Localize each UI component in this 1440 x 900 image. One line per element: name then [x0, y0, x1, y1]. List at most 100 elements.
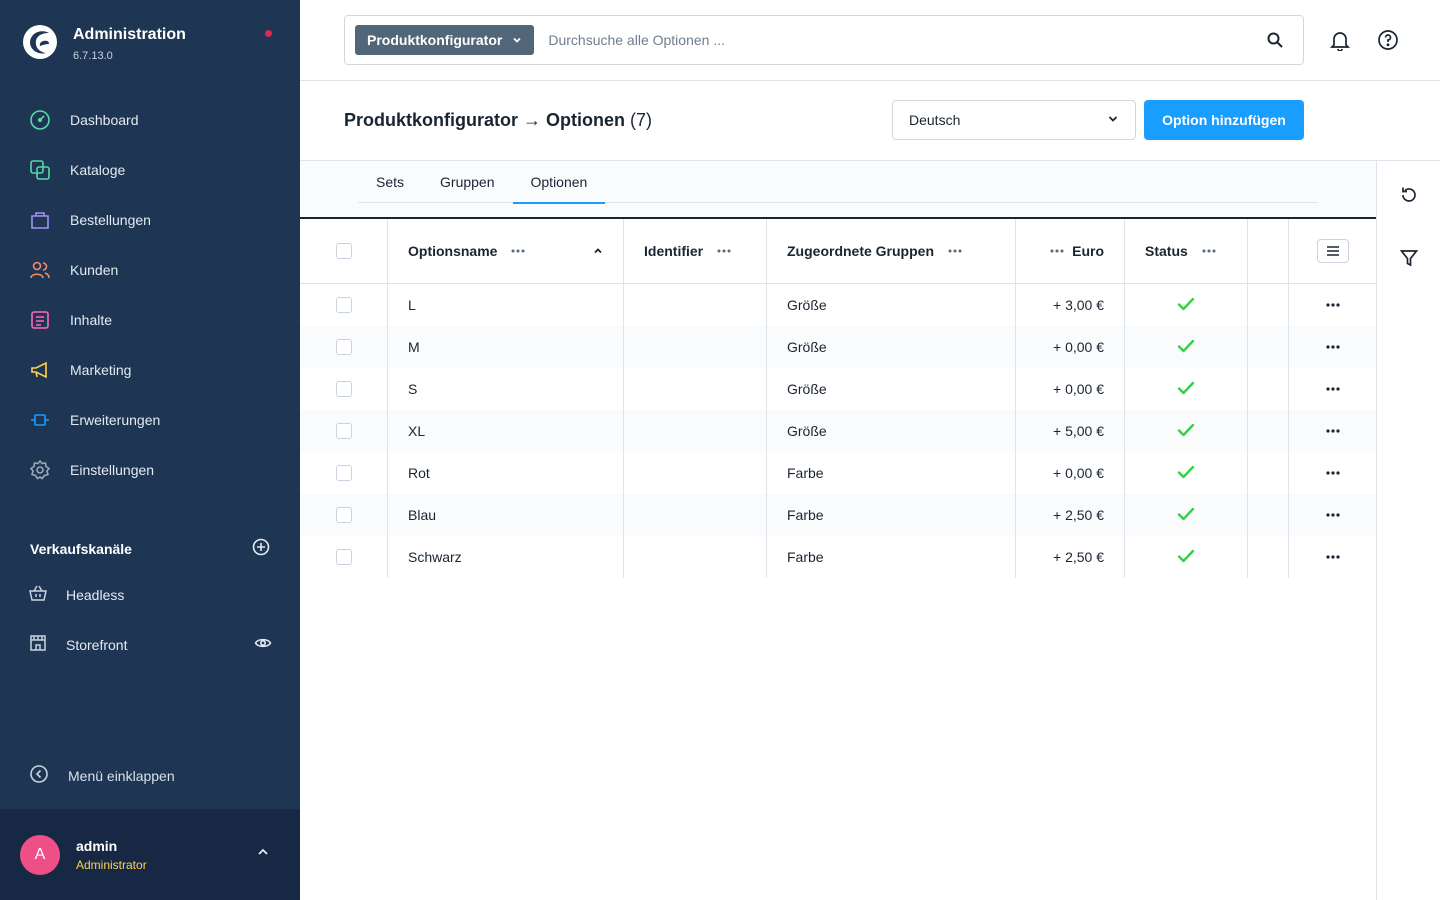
option-name[interactable]: S [408, 381, 417, 397]
column-header-price[interactable]: Euro [1016, 219, 1125, 283]
table-row[interactable]: L Größe + 3,00 € [300, 284, 1376, 326]
nav-label: Dashboard [70, 112, 139, 128]
row-checkbox[interactable] [335, 507, 352, 523]
nav-label: Bestellungen [70, 212, 151, 228]
tab-options[interactable]: Optionen [512, 161, 606, 204]
user-menu[interactable]: A admin Administrator [0, 809, 300, 900]
column-header-label: Zugeordnete Gruppen [787, 243, 934, 259]
checkmark-icon [1177, 507, 1195, 524]
column-header-label: Optionsname [408, 243, 498, 259]
language-select[interactable]: Deutsch [892, 100, 1136, 140]
sales-channel-label: Storefront [66, 637, 128, 653]
more-horizontal-icon[interactable] [948, 249, 962, 253]
row-actions-icon[interactable] [1325, 429, 1340, 433]
notification-dot [265, 30, 272, 37]
add-option-button[interactable]: Option hinzufügen [1144, 100, 1304, 140]
table-header: Optionsname Identifier Zugeordnete Grupp… [300, 219, 1376, 284]
eye-icon[interactable] [254, 634, 272, 657]
option-name[interactable]: Rot [408, 465, 430, 481]
table-row[interactable]: S Größe + 0,00 € [300, 368, 1376, 410]
sales-channel-storefront[interactable]: Storefront [0, 620, 300, 670]
shopware-logo-icon [23, 25, 57, 59]
content-icon [28, 308, 52, 332]
table-row[interactable]: Schwarz Farbe + 2,50 € [300, 536, 1376, 578]
sales-channels-header: Verkaufskanäle [30, 538, 270, 560]
table-body: L Größe + 3,00 € M Größe + 0,00 € S Größ… [300, 284, 1376, 578]
table-row[interactable]: Rot Farbe + 0,00 € [300, 452, 1376, 494]
option-price: + 0,00 € [1053, 465, 1104, 481]
column-header-status[interactable]: Status [1125, 219, 1248, 283]
more-horizontal-icon[interactable] [717, 249, 731, 253]
nav-item-marketing[interactable]: Marketing [0, 345, 300, 395]
row-checkbox[interactable] [335, 297, 352, 313]
row-actions-icon[interactable] [1325, 555, 1340, 559]
sort-ascending-icon[interactable] [593, 246, 603, 256]
row-checkbox[interactable] [335, 465, 352, 481]
sales-channel-headless[interactable]: Headless [0, 570, 300, 620]
more-horizontal-icon[interactable] [511, 249, 525, 253]
table-row[interactable]: Blau Farbe + 2,50 € [300, 494, 1376, 536]
column-header-label: Status [1145, 243, 1188, 259]
option-name[interactable]: Blau [408, 507, 436, 523]
help-icon[interactable] [1374, 26, 1402, 54]
column-settings-button[interactable] [1316, 239, 1349, 263]
option-name[interactable]: XL [408, 423, 425, 439]
option-name[interactable]: L [408, 297, 416, 313]
chevron-up-icon[interactable] [256, 845, 270, 864]
option-group: Größe [787, 339, 827, 355]
filter-icon[interactable] [1397, 246, 1421, 270]
nav-item-dashboard[interactable]: Dashboard [0, 95, 300, 145]
search-type-dropdown[interactable]: Produktkonfigurator [355, 25, 535, 55]
nav-item-settings[interactable]: Einstellungen [0, 445, 300, 495]
nav-item-extensions[interactable]: Erweiterungen [0, 395, 300, 445]
search-icon[interactable] [1255, 31, 1295, 49]
checkmark-icon [1177, 339, 1195, 356]
row-checkbox[interactable] [335, 339, 352, 355]
checkmark-icon [1177, 465, 1195, 482]
row-actions-icon[interactable] [1325, 345, 1340, 349]
search-input[interactable] [548, 32, 1255, 48]
select-all-checkbox[interactable] [335, 243, 352, 259]
collapse-menu-button[interactable]: Menü einklappen [28, 762, 175, 790]
nav-item-catalogs[interactable]: Kataloge [0, 145, 300, 195]
row-actions-icon[interactable] [1325, 471, 1340, 475]
catalog-icon [28, 158, 52, 182]
option-name[interactable]: M [408, 339, 420, 355]
sidebar: Administration 6.7.13.0 Dashboard Katalo… [0, 0, 300, 900]
checkmark-icon [1177, 423, 1195, 440]
page-title-text: Produktkonfigurator → Optionen [344, 110, 625, 130]
brand[interactable]: Administration 6.7.13.0 [22, 24, 186, 62]
more-horizontal-icon[interactable] [1050, 249, 1064, 253]
nav-item-orders[interactable]: Bestellungen [0, 195, 300, 245]
sales-channels-title: Verkaufskanäle [30, 541, 132, 557]
nav-label: Erweiterungen [70, 412, 161, 428]
nav-item-content[interactable]: Inhalte [0, 295, 300, 345]
more-horizontal-icon[interactable] [1202, 249, 1216, 253]
option-group: Farbe [787, 549, 824, 565]
option-name[interactable]: Schwarz [408, 549, 462, 565]
user-name: admin [76, 837, 118, 854]
column-header-label: Identifier [644, 243, 704, 259]
checkmark-icon [1177, 381, 1195, 398]
column-header-name[interactable]: Optionsname [388, 219, 624, 283]
table-row[interactable]: XL Größe + 5,00 € [300, 410, 1376, 452]
chevron-left-circle-icon [28, 763, 50, 790]
row-checkbox[interactable] [335, 549, 352, 565]
column-header-groups[interactable]: Zugeordnete Gruppen [767, 219, 1016, 283]
bell-icon[interactable] [1326, 26, 1354, 54]
column-header-identifier[interactable]: Identifier [624, 219, 767, 283]
row-checkbox[interactable] [335, 423, 352, 439]
refresh-icon[interactable] [1397, 183, 1421, 207]
row-actions-icon[interactable] [1325, 513, 1340, 517]
add-sales-channel-icon[interactable] [252, 538, 270, 561]
row-actions-icon[interactable] [1325, 303, 1340, 307]
row-checkbox[interactable] [335, 381, 352, 397]
nav-item-customers[interactable]: Kunden [0, 245, 300, 295]
tab-groups[interactable]: Gruppen [422, 161, 512, 203]
table-row[interactable]: M Größe + 0,00 € [300, 326, 1376, 368]
tab-sets[interactable]: Sets [358, 161, 422, 203]
sales-channels-list: Headless Storefront [0, 570, 300, 670]
dashboard-icon [28, 108, 52, 132]
row-actions-icon[interactable] [1325, 387, 1340, 391]
customers-icon [28, 258, 52, 282]
